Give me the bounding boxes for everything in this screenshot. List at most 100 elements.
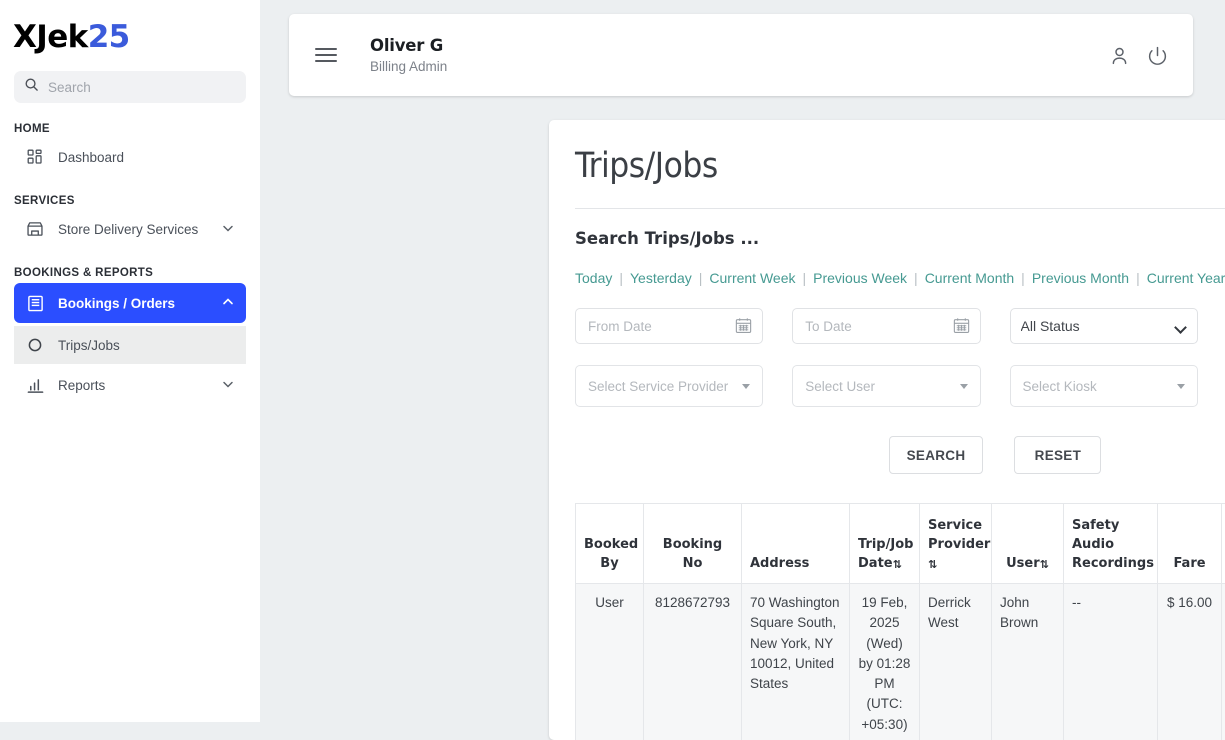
top-bar-actions (1109, 45, 1168, 66)
top-bar: Oliver G Billing Admin (289, 14, 1193, 96)
filter-form: All Status Select Service Provider (575, 308, 1225, 407)
store-icon (26, 220, 44, 238)
page-title: Trips/Jobs (575, 146, 1225, 186)
separator: | (619, 270, 623, 286)
separator: | (1136, 270, 1140, 286)
separator: | (803, 270, 807, 286)
chevron-down-icon (222, 378, 234, 393)
sidebar-item-store-delivery-services[interactable]: Store Delivery Services (14, 211, 246, 247)
bookings-icon (26, 295, 44, 312)
user-field: Select User (792, 365, 980, 407)
kiosk-select[interactable]: Select Kiosk (1010, 365, 1198, 407)
to-date-field (792, 308, 980, 344)
sort-icon[interactable]: ⇅ (1040, 559, 1049, 570)
search-button[interactable]: SEARCH (889, 436, 984, 474)
reports-chart-icon (26, 377, 44, 394)
sidebar-item-dashboard-label: Dashboard (58, 150, 234, 165)
reset-button[interactable]: RESET (1014, 436, 1101, 474)
search-heading: Search Trips/Jobs ... (575, 229, 1225, 248)
hamburger-menu-icon[interactable] (315, 44, 337, 66)
col-service-provider[interactable]: Service Provider ⇅ (920, 504, 992, 584)
col-user-label: User (1006, 556, 1040, 571)
sidebar-section-home: HOME (14, 123, 260, 135)
caret-down-icon (1177, 384, 1185, 389)
filter-actions: SEARCH RESET (575, 436, 1225, 474)
dashboard-icon (26, 149, 44, 165)
user-name: Oliver G (370, 36, 447, 55)
user-role: Billing Admin (370, 59, 447, 74)
content-card: Trips/Jobs Search Trips/Jobs ... Today | Y… (549, 120, 1225, 740)
profile-icon[interactable] (1109, 45, 1130, 66)
cell-booked-by: User (576, 584, 644, 740)
user-info: Oliver G Billing Admin (370, 36, 447, 74)
sort-icon[interactable]: ⇅ (928, 559, 937, 570)
sidebar-item-bookings-orders[interactable]: Bookings / Orders (14, 283, 246, 323)
sort-icon[interactable]: ⇅ (893, 559, 902, 570)
from-date-input[interactable] (575, 308, 763, 344)
main-region: Oliver G Billing Admin Trips/Jobs Se (260, 0, 1225, 722)
brand-logo[interactable]: XJek25 (13, 22, 260, 53)
circle-icon (26, 338, 44, 352)
col-user[interactable]: User⇅ (992, 504, 1064, 584)
quick-filter-previous-month[interactable]: Previous Month (1032, 270, 1129, 286)
to-date-input[interactable] (792, 308, 980, 344)
from-date-field (575, 308, 763, 344)
service-provider-select[interactable]: Select Service Provider (575, 365, 763, 407)
quick-filter-links: Today | Yesterday | Current Week | Previous We… (575, 270, 1225, 286)
sidebar-item-trips-jobs-label: Trips/Jobs (58, 338, 120, 353)
col-trip-date[interactable]: Trip/Job Date⇅ (850, 504, 920, 584)
col-fare[interactable]: Fare (1158, 504, 1222, 584)
trips-table: Booked By Booking No Address Trip/Job Da… (575, 503, 1225, 740)
status-select[interactable]: All Status (1010, 308, 1198, 344)
chevron-down-icon (222, 222, 234, 237)
cell-trip-date: 19 Feb, 2025 (Wed) by 01:28 PM (UTC: +05… (850, 584, 920, 740)
cell-fare: $ 16.00 (1158, 584, 1222, 740)
brand-logo-accent: 25 (88, 19, 130, 55)
col-safety-audio-recordings[interactable]: Safety Audio Recordings (1064, 504, 1158, 584)
sidebar-search[interactable] (14, 71, 246, 103)
separator: | (1021, 270, 1025, 286)
cell-safety-audio: -- (1064, 584, 1158, 740)
quick-filter-today[interactable]: Today (575, 270, 612, 286)
col-booked-by[interactable]: Booked By (576, 504, 644, 584)
col-address-label: Address (750, 556, 809, 571)
col-booked-by-label: Booked By (584, 537, 638, 571)
separator: | (914, 270, 918, 286)
sidebar-item-reports-label: Reports (58, 378, 208, 393)
user-placeholder: Select User (805, 379, 875, 394)
col-trip-date-label: Trip/Job Date (858, 537, 913, 571)
table-header-row: Booked By Booking No Address Trip/Job Da… (576, 504, 1225, 584)
col-booking-no-label: Booking No (663, 537, 722, 571)
sidebar-item-trips-jobs[interactable]: Trips/Jobs (14, 326, 246, 364)
col-service-provider-label: Service Provider (928, 518, 990, 552)
cell-address: 70 Washington Square South, New York, NY… (742, 584, 850, 740)
search-icon (24, 77, 39, 97)
col-address[interactable]: Address (742, 504, 850, 584)
table-row: User 8128672793 70 Washington Square Sou… (576, 584, 1225, 740)
quick-filter-current-week[interactable]: Current Week (709, 270, 795, 286)
power-logout-icon[interactable] (1147, 45, 1168, 66)
sidebar-item-dashboard[interactable]: Dashboard (14, 139, 246, 175)
caret-down-icon (960, 384, 968, 389)
kiosk-field: Select Kiosk (1010, 365, 1198, 407)
sidebar: XJek25 HOME Dashboard SERVICES (0, 0, 260, 722)
quick-filter-previous-week[interactable]: Previous Week (813, 270, 907, 286)
service-provider-placeholder: Select Service Provider (588, 379, 728, 394)
separator: | (699, 270, 703, 286)
quick-filter-current-year[interactable]: Current Year (1147, 270, 1225, 286)
search-input[interactable] (48, 80, 236, 95)
trips-table-scroll[interactable]: Booked By Booking No Address Trip/Job Da… (549, 503, 1225, 740)
sidebar-section-services: SERVICES (14, 195, 260, 207)
title-divider (575, 208, 1225, 209)
chevron-up-icon (222, 296, 234, 311)
caret-down-icon (742, 384, 750, 389)
sidebar-item-reports[interactable]: Reports (14, 367, 246, 403)
col-type[interactable]: Type (1222, 504, 1225, 584)
quick-filter-yesterday[interactable]: Yesterday (630, 270, 692, 286)
quick-filter-current-month[interactable]: Current Month (925, 270, 1014, 286)
kiosk-placeholder: Select Kiosk (1023, 379, 1097, 394)
user-select[interactable]: Select User (792, 365, 980, 407)
filter-row-2: Select Service Provider Select User Sele… (575, 365, 1225, 407)
col-booking-no[interactable]: Booking No (644, 504, 742, 584)
brand-logo-dark: XJek (13, 19, 88, 55)
